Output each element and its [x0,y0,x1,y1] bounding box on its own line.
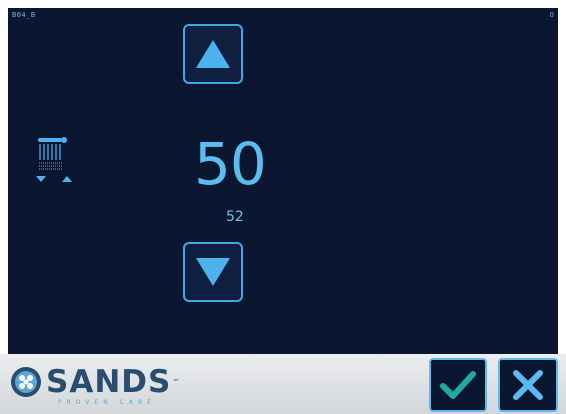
triangle-down-icon [196,258,230,286]
trademark-symbol: ™ [172,378,180,386]
x-icon [513,370,543,400]
actual-value: 52 [226,209,244,225]
sands-logo-icon [11,367,41,397]
brand-logo: SANDS ™ [10,366,179,398]
brush-height-icon [34,134,80,190]
decrease-button[interactable] [183,242,243,302]
brand-tagline: PROVEN CARE [58,399,156,406]
confirm-button[interactable] [429,358,487,412]
footer-bar: SANDS ™ PROVEN CARE [0,354,566,414]
cancel-button[interactable] [498,358,558,412]
brand-name: SANDS [46,364,172,400]
triangle-up-icon [196,40,230,68]
screen-id-label: B04_B [12,11,36,19]
corner-value: 0 [549,11,554,19]
checkmark-icon [440,371,476,399]
increase-button[interactable] [183,24,243,84]
display-screen: B04_B 0 50 52 [8,8,558,354]
setting-value: 50 [194,130,267,198]
